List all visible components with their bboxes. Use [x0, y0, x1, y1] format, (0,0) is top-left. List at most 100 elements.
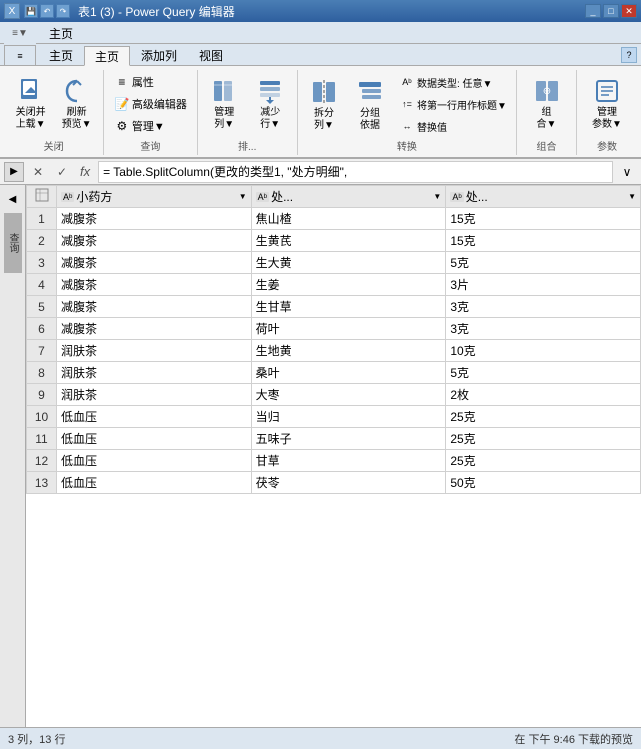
- maximize-button[interactable]: □: [603, 4, 619, 18]
- table-header-row: Aᵇ 小药方 ▼ Aᵇ 处... ▼: [27, 186, 641, 208]
- title-bar-controls[interactable]: _ □ ✕: [585, 4, 637, 18]
- cell-col1: 生地黄: [251, 340, 446, 362]
- th-col2[interactable]: Aᵇ 处... ▼: [446, 186, 641, 208]
- group-by-label: 分组依据: [360, 108, 380, 132]
- refresh-button[interactable]: 刷新预览▼: [56, 72, 98, 134]
- arrange-group-content: 管理列▼ 减少行▼: [203, 72, 291, 136]
- quick-access-undo[interactable]: ↶: [40, 4, 54, 18]
- cell-col1: 生姜: [251, 274, 446, 296]
- data-type-button[interactable]: Aᵇ 数据类型: 任意▼: [395, 72, 511, 92]
- reduce-rows-button[interactable]: 减少行▼: [249, 72, 291, 134]
- quick-access-save[interactable]: 💾: [24, 4, 38, 18]
- tab-view[interactable]: 视图: [188, 45, 234, 65]
- table-body: 1 减腹茶 焦山楂 15克 2 减腹茶 生黄芪 15克 3 减腹茶 生大黄 5克…: [27, 208, 641, 494]
- cell-idx: 2: [27, 230, 57, 252]
- ribbon-collapse[interactable]: ≡▼: [4, 22, 36, 44]
- manage-params-button[interactable]: 管理参数▼: [586, 72, 628, 134]
- properties-label: 属性: [132, 74, 154, 90]
- cell-col2: 15克: [446, 208, 641, 230]
- col1-type-badge: Aᵇ: [256, 192, 269, 202]
- cell-idx: 1: [27, 208, 57, 230]
- col2-header-label: 处...: [466, 188, 488, 205]
- properties-button[interactable]: ≡ 属性: [110, 72, 191, 92]
- cell-idx: 4: [27, 274, 57, 296]
- split-col-button[interactable]: 拆分列▼: [303, 73, 345, 135]
- ribbon-tab-row: ≡ 主页 主页 添加列 视图 ?: [0, 44, 641, 66]
- advanced-editor-label: 高级编辑器: [132, 96, 187, 112]
- replace-val-button[interactable]: ↔ 替换值: [395, 116, 511, 136]
- advanced-editor-button[interactable]: 📝 高级编辑器: [110, 94, 191, 114]
- formula-confirm-button[interactable]: ✓: [52, 162, 72, 182]
- formula-fx-label: fx: [76, 164, 94, 179]
- data-area[interactable]: Aᵇ 小药方 ▼ Aᵇ 处... ▼: [26, 185, 641, 727]
- tab-home[interactable]: 主页: [36, 23, 86, 43]
- ribbon-menu-btn[interactable]: ≡: [4, 45, 36, 65]
- combine-button[interactable]: ⊕ 组合▼: [526, 72, 568, 134]
- app-icon: X: [4, 3, 20, 19]
- close-upload-button[interactable]: 关闭并上载▼: [10, 72, 52, 134]
- cell-col1: 生黄芪: [251, 230, 446, 252]
- cell-col1: 生大黄: [251, 252, 446, 274]
- params-group-content: 管理参数▼: [586, 72, 628, 136]
- left-panel-collapse[interactable]: ◀: [3, 189, 23, 209]
- refresh-label: 刷新预览▼: [62, 107, 92, 131]
- col1-dropdown-icon[interactable]: ▼: [433, 192, 441, 201]
- table-row: 4 减腹茶 生姜 3片: [27, 274, 641, 296]
- formula-input[interactable]: = Table.SplitColumn(更改的类型1, "处方明细",: [98, 161, 613, 183]
- table-row: 7 润肤茶 生地黄 10克: [27, 340, 641, 362]
- cell-col2: 25克: [446, 406, 641, 428]
- manage-button[interactable]: ⚙ 管理▼: [110, 116, 191, 136]
- formula-bar: ▶ ✕ ✓ fx = Table.SplitColumn(更改的类型1, "处方…: [0, 159, 641, 185]
- cell-col0: 低血压: [57, 472, 252, 494]
- data-type-icon: Aᵇ: [399, 74, 415, 90]
- cell-col1: 焦山楂: [251, 208, 446, 230]
- cell-col0: 润肤茶: [57, 340, 252, 362]
- group-by-button[interactable]: 分组依据: [349, 73, 391, 135]
- transform-group-content: 拆分列▼ 分组依据 Aᵇ 数据类型: 任意▼: [303, 72, 511, 136]
- th-formula[interactable]: Aᵇ 小药方 ▼: [57, 186, 252, 208]
- cell-col0: 减腹茶: [57, 230, 252, 252]
- cell-idx: 11: [27, 428, 57, 450]
- combine-icon: ⊕: [531, 75, 563, 107]
- tab-transform[interactable]: 主页: [84, 46, 130, 66]
- th-col1[interactable]: Aᵇ 处... ▼: [251, 186, 446, 208]
- cell-col0: 减腹茶: [57, 296, 252, 318]
- cell-col2: 10克: [446, 340, 641, 362]
- minimize-button[interactable]: _: [585, 4, 601, 18]
- queries-panel-label[interactable]: 查询: [4, 213, 22, 273]
- cell-col2: 50克: [446, 472, 641, 494]
- cell-col2: 2枚: [446, 384, 641, 406]
- quick-access-redo[interactable]: ↷: [56, 4, 70, 18]
- cell-idx: 7: [27, 340, 57, 362]
- close-upload-label: 关闭并上载▼: [16, 107, 46, 131]
- formula-expand-left[interactable]: ▶: [4, 162, 24, 182]
- formula-cancel-button[interactable]: ✕: [28, 162, 48, 182]
- cell-col0: 润肤茶: [57, 384, 252, 406]
- group-by-icon: [354, 76, 386, 108]
- data-table: Aᵇ 小药方 ▼ Aᵇ 处... ▼: [26, 185, 641, 494]
- formula-expand-right[interactable]: ∨: [617, 162, 637, 182]
- cell-col2: 3克: [446, 318, 641, 340]
- manage-params-icon: [591, 75, 623, 107]
- main-area: ◀ 查询 Aᵇ: [0, 185, 641, 727]
- first-row-icon: ↑=: [399, 96, 415, 112]
- split-col-label: 拆分列▼: [314, 108, 334, 132]
- manage-cols-button[interactable]: 管理列▼: [203, 72, 245, 134]
- replace-val-icon: ↔: [399, 118, 415, 134]
- query-group-content: ≡ 属性 📝 高级编辑器 ⚙ 管理▼: [110, 72, 191, 136]
- close-button[interactable]: ✕: [621, 4, 637, 18]
- col0-dropdown-icon[interactable]: ▼: [239, 192, 247, 201]
- tab-addcol[interactable]: 添加列: [130, 45, 188, 65]
- cell-col1: 五味子: [251, 428, 446, 450]
- help-icon[interactable]: ?: [621, 47, 637, 63]
- table-row: 13 低血压 茯苓 50克: [27, 472, 641, 494]
- col2-dropdown-icon[interactable]: ▼: [628, 192, 636, 201]
- first-row-button[interactable]: ↑= 将第一行用作标题▼: [395, 94, 511, 114]
- svg-text:⊕: ⊕: [542, 86, 550, 97]
- col2-type-badge: Aᵇ: [450, 192, 463, 202]
- tab-home[interactable]: 主页: [38, 45, 84, 65]
- cell-col1: 桑叶: [251, 362, 446, 384]
- manage-cols-icon: [208, 75, 240, 107]
- cell-idx: 10: [27, 406, 57, 428]
- table-row: 5 减腹茶 生甘草 3克: [27, 296, 641, 318]
